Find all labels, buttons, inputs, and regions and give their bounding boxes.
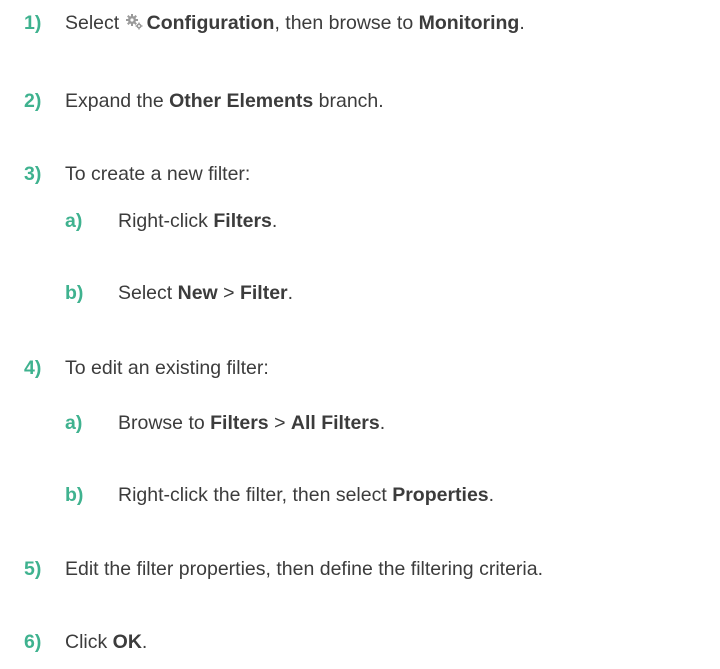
step-6: 6) Click OK. (0, 630, 147, 654)
step-3b: b) Select New > Filter. (0, 281, 293, 305)
step-5: 5) Edit the filter properties, then defin… (0, 557, 543, 581)
ui-term-new: New (177, 282, 218, 304)
text-run: Browse to (118, 412, 211, 434)
ui-term-properties: Properties (392, 484, 489, 506)
step-3: 3) To create a new filter: (0, 162, 250, 186)
step-number: 5) (24, 558, 42, 580)
substep-letter: b) (65, 282, 84, 304)
text-run: . (271, 210, 278, 232)
ui-term-other-elements: Other Elements (169, 90, 314, 112)
text-run: > (217, 282, 240, 304)
text-run: Right-click the filter, then select (118, 484, 393, 506)
step-3a: a) Right-click Filters. (0, 209, 277, 233)
text-run: > (268, 412, 291, 434)
text-run: . (488, 484, 495, 506)
substep-letter: b) (65, 484, 84, 506)
text-run: Select (118, 282, 178, 304)
text-run: Right-click (118, 210, 214, 232)
step-text: Select New > Filter. (118, 282, 293, 304)
text-run: Select (65, 12, 125, 34)
text-run: Expand the (65, 90, 170, 112)
step-text: Edit the filter properties, then define … (65, 558, 543, 580)
step-number: 6) (24, 631, 42, 653)
step-2: 2) Expand the Other Elements branch. (0, 89, 384, 113)
step-text: To create a new filter: (65, 163, 251, 185)
step-number: 3) (24, 163, 42, 185)
ui-term-ok: OK (112, 631, 142, 653)
step-4: 4) To edit an existing filter: (0, 356, 269, 380)
gear-icon (125, 12, 144, 32)
ui-term-all-filters: All Filters (290, 412, 380, 434)
step-number: 1) (24, 12, 42, 34)
ui-term-monitoring: Monitoring (418, 12, 520, 34)
text-run: . (141, 631, 148, 653)
step-number: 4) (24, 357, 42, 379)
text-run: . (287, 282, 294, 304)
text-run: . (379, 412, 386, 434)
step-text: Right-click Filters. (118, 210, 277, 232)
step-1: 1) Select Configuration, then browse to M… (0, 11, 525, 35)
ui-term-filters: Filters (213, 210, 272, 232)
ui-term-filter: Filter (239, 282, 288, 304)
text-run: , then browse to (274, 12, 419, 34)
step-text: Expand the Other Elements branch. (65, 90, 384, 112)
step-text: Select Configuration, then browse to Mon… (65, 12, 525, 34)
ui-term-configuration: Configuration (146, 12, 275, 34)
text-run: Click (65, 631, 113, 653)
step-4b: b) Right-click the filter, then select Pr… (0, 483, 494, 507)
text-run: . (519, 12, 525, 34)
substep-letter: a) (65, 412, 83, 434)
step-text: To edit an existing filter: (65, 357, 269, 379)
step-text: Click OK. (65, 631, 147, 653)
step-4a: a) Browse to Filters > All Filters. (0, 411, 385, 435)
text-run: branch. (313, 90, 384, 112)
step-text: Browse to Filters > All Filters. (118, 412, 385, 434)
step-text: Right-click the filter, then select Prop… (118, 484, 494, 506)
substep-letter: a) (65, 210, 83, 232)
ui-term-filters: Filters (210, 412, 269, 434)
step-number: 2) (24, 90, 42, 112)
